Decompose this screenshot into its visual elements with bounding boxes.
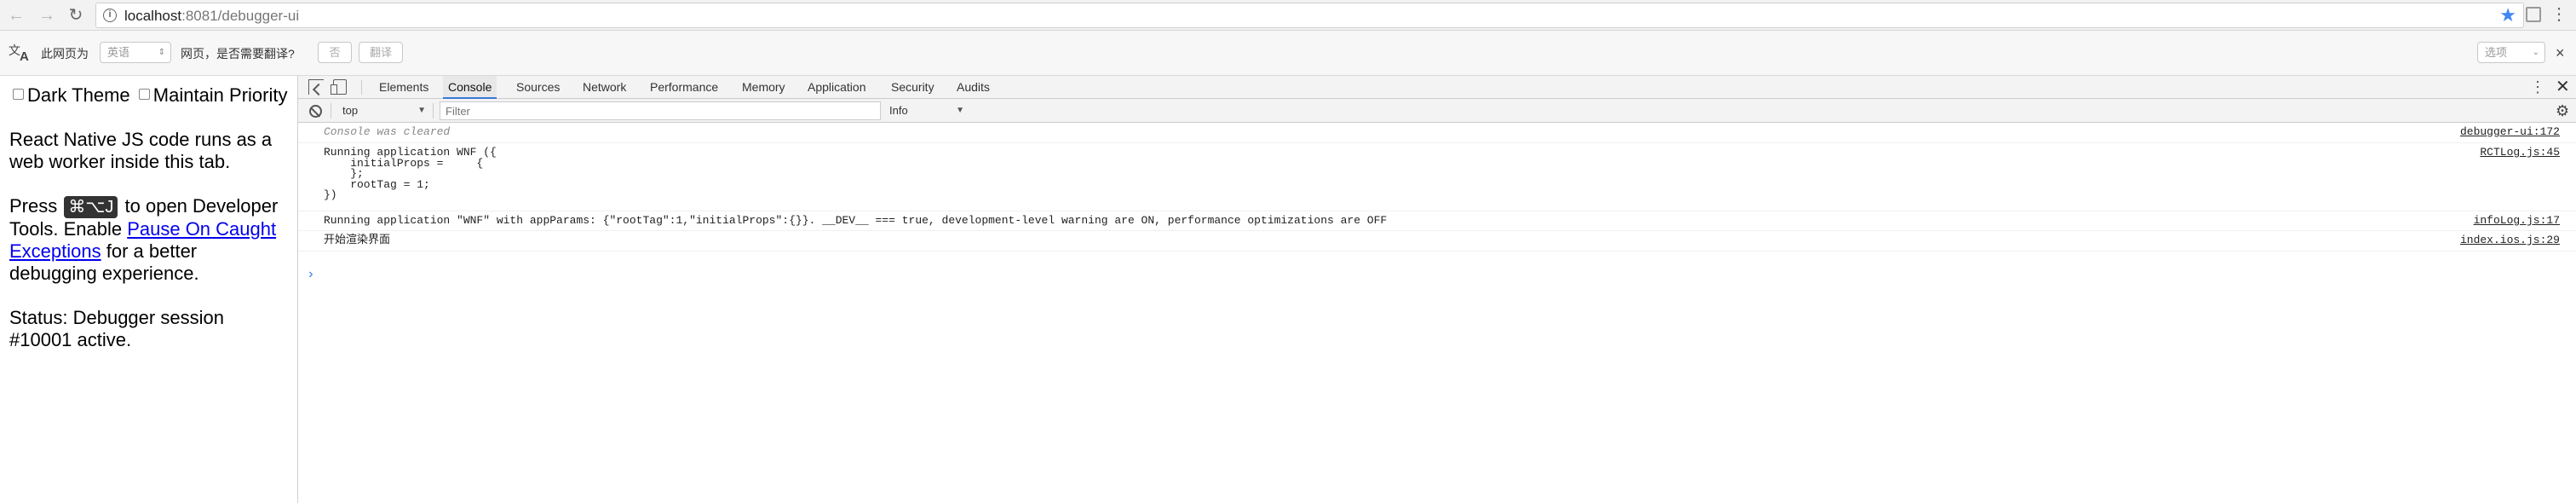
clear-console-icon[interactable] (309, 105, 322, 118)
source-language-select[interactable]: 英语 ⇕ (100, 42, 171, 63)
close-devtools-icon[interactable]: ✕ (2556, 78, 2570, 96)
tab-audits[interactable]: Audits (957, 76, 990, 99)
stepper-icon: ⇕ (158, 48, 165, 57)
tab-console[interactable]: Console (443, 76, 497, 99)
log-level-select[interactable]: Info ▼ (889, 102, 966, 119)
translate-button[interactable]: 翻译 (359, 42, 403, 63)
triangle-down-icon: ▼ (956, 106, 964, 115)
maintain-priority-label: Maintain Priority (152, 84, 288, 106)
devtools-tabbar: Elements Console Sources Network Perform… (298, 76, 2576, 99)
more-options-icon[interactable]: ⋮ (2530, 78, 2545, 95)
filter-input[interactable] (440, 101, 881, 120)
tab-memory[interactable]: Memory (742, 76, 785, 99)
chevron-down-icon: ⌄ (2532, 48, 2539, 57)
intro-text: React Native JS code runs as a web worke… (9, 129, 273, 172)
message-source-link[interactable]: index.ios.js:29 (2460, 234, 2560, 246)
tab-sources[interactable]: Sources (516, 76, 560, 99)
forward-icon[interactable]: → (37, 5, 56, 26)
console-message: 开始渲染界面 index.ios.js:29 (298, 231, 2576, 252)
translate-question: 网页，是否需要翻译? (181, 47, 295, 61)
dark-theme-checkbox[interactable] (13, 89, 24, 100)
console-prompt-icon[interactable]: › (307, 268, 315, 281)
debugger-page: Dark Theme Maintain Priority React Nativ… (0, 76, 297, 503)
devtools-panel: Elements Console Sources Network Perform… (297, 76, 2576, 503)
message-source-link[interactable]: RCTLog.js:45 (2480, 147, 2560, 159)
extension-icon[interactable] (2526, 7, 2541, 22)
tab-security[interactable]: Security (891, 76, 934, 99)
translate-icon: 文A (9, 43, 29, 64)
tab-application[interactable]: Application (808, 76, 866, 99)
close-icon[interactable]: × (2556, 44, 2565, 61)
message-source-link[interactable]: debugger-ui:172 (2460, 126, 2560, 138)
console-message: Running application "WNF" with appParams… (298, 211, 2576, 231)
back-icon[interactable]: ← (7, 5, 26, 26)
divider (361, 80, 362, 95)
reload-icon[interactable]: ↻ (66, 5, 85, 26)
context-select[interactable]: top ▼ (342, 102, 428, 119)
translate-bar: 文A 此网页为 英语 ⇕ 网页，是否需要翻译? 否 翻译 选项 ⌄ × (0, 31, 2576, 76)
bookmark-star-icon[interactable]: ★ (2499, 4, 2516, 26)
tab-performance[interactable]: Performance (650, 76, 718, 99)
options-row: Dark Theme Maintain Priority (9, 84, 288, 107)
inspect-element-icon[interactable] (308, 79, 324, 95)
divider (433, 103, 434, 119)
triangle-down-icon: ▼ (417, 106, 426, 115)
console-output: Console was cleared debugger-ui:172 Runn… (298, 123, 2576, 503)
url-text[interactable]: localhost:8081/debugger-ui (124, 8, 299, 25)
message-text: 开始渲染界面 (324, 234, 391, 246)
message-text: Console was cleared (324, 125, 451, 138)
console-toolbar: top▼ Info▼ ⚙ (298, 99, 2576, 123)
message-source-link[interactable]: infoLog.js:17 (2474, 215, 2560, 227)
no-button[interactable]: 否 (318, 42, 352, 63)
console-message: Console was cleared debugger-ui:172 (298, 123, 2576, 143)
message-text: Running application WNF ({ initialProps … (324, 146, 497, 201)
dark-theme-label: Dark Theme (27, 84, 130, 106)
translate-page-label: 此网页为 (41, 47, 89, 61)
status-text: Status: Debugger session #10001 active. (9, 307, 224, 350)
device-toolbar-icon[interactable] (331, 79, 347, 95)
menu-icon[interactable]: ⋮ (2550, 6, 2567, 23)
console-message: Running application WNF ({ initialProps … (298, 143, 2576, 211)
gear-icon[interactable]: ⚙ (2556, 102, 2569, 119)
options-select[interactable]: 选项 ⌄ (2477, 42, 2545, 63)
instructions-text: Press ⌘⌥J to open Developer Tools. Enabl… (9, 195, 279, 284)
shortcut-key: ⌘⌥J (64, 196, 118, 218)
browser-toolbar: ← → ↻ i localhost:8081/debugger-ui ★ ⋮ (0, 0, 2576, 31)
message-text: Running application "WNF" with appParams… (324, 214, 1388, 227)
maintain-priority-checkbox[interactable] (138, 89, 150, 100)
tab-network[interactable]: Network (583, 76, 626, 99)
address-bar[interactable]: i localhost:8081/debugger-ui ★ (95, 3, 2524, 28)
info-icon[interactable]: i (103, 9, 117, 22)
tab-elements[interactable]: Elements (379, 76, 428, 99)
